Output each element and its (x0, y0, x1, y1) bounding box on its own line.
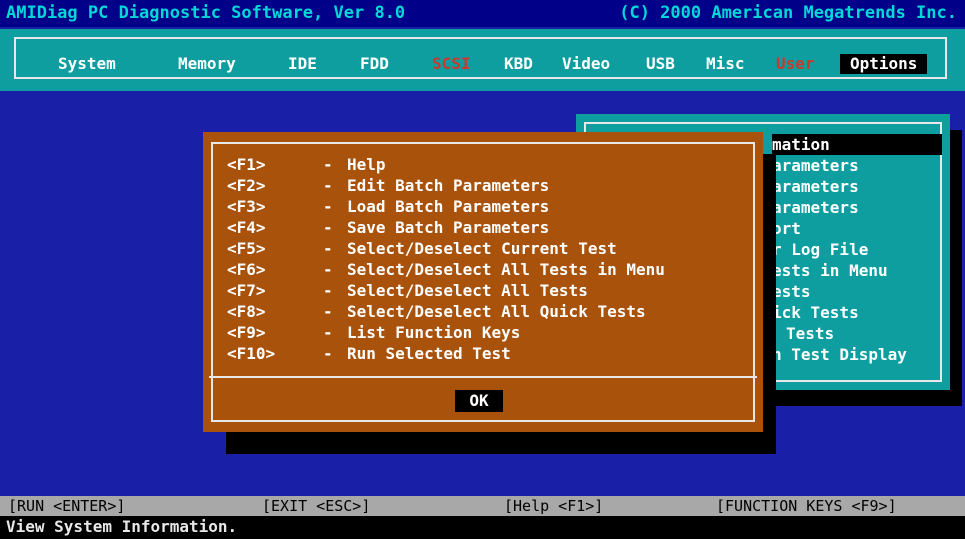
menu-system[interactable]: System (58, 54, 116, 74)
fkey-description: Edit Batch Parameters (347, 176, 550, 195)
fkey-label: <F9> (227, 323, 266, 342)
fkey-label: <F1> (227, 155, 266, 174)
options-item-tests-in-menu[interactable]: ests in Menu (772, 260, 888, 281)
fkey-description: Run Selected Test (347, 344, 511, 363)
options-item-quick-tests[interactable]: ick Tests (772, 302, 859, 323)
fkey-label: <F3> (227, 197, 266, 216)
options-item-test-display[interactable]: n Test Display (772, 344, 907, 365)
fkey-description: Select/Deselect Current Test (347, 239, 617, 258)
function-keys-dialog: <F1> - Help <F2> - Edit Batch Parameters… (203, 132, 763, 432)
fkey-dash: - (323, 323, 333, 342)
exit-hint[interactable]: [EXIT <ESC>] (262, 496, 370, 516)
options-item-report[interactable]: ort (772, 218, 801, 239)
fkey-dash: - (323, 155, 333, 174)
fkey-dash: - (323, 281, 333, 300)
dialog-divider (209, 376, 757, 378)
fkey-dash: - (323, 302, 333, 321)
fkey-dash: - (323, 218, 333, 237)
options-item-edit-parameters[interactable]: arameters (772, 155, 859, 176)
menu-bar: System Memory IDE FDD SCSI KBD Video USB… (0, 29, 965, 91)
fkey-dash: - (323, 197, 333, 216)
ok-button[interactable]: OK (455, 390, 503, 412)
options-item-log-file[interactable]: r Log File (772, 239, 868, 260)
help-hint[interactable]: [Help <F1>] (504, 496, 603, 516)
menu-bar-frame: System Memory IDE FDD SCSI KBD Video USB… (14, 37, 947, 79)
fkey-description: Select/Deselect All Tests in Menu (347, 260, 665, 279)
menu-video[interactable]: Video (562, 54, 610, 74)
hint-text: View System Information. (6, 517, 238, 536)
menu-user[interactable]: User (776, 54, 815, 74)
hint-bar: View System Information. (0, 516, 965, 539)
options-item-system-information[interactable]: mation (772, 134, 942, 155)
function-keys-hint[interactable]: [FUNCTION KEYS <F9>] (716, 496, 897, 516)
options-item-save-parameters[interactable]: arameters (772, 197, 859, 218)
title-bar: AMIDiag PC Diagnostic Software, Ver 8.0 … (0, 0, 965, 27)
fkey-dash: - (323, 239, 333, 258)
menu-scsi[interactable]: SCSI (432, 54, 471, 74)
fkey-label: <F10> (227, 344, 276, 363)
menu-memory[interactable]: Memory (178, 54, 236, 74)
menu-ide[interactable]: IDE (288, 54, 317, 74)
fkey-label: <F8> (227, 302, 266, 321)
fkey-description: Save Batch Parameters (347, 218, 550, 237)
copyright-text: (C) 2000 American Megatrends Inc. (619, 3, 957, 23)
fkey-description: Help (347, 155, 386, 174)
menu-fdd[interactable]: FDD (360, 54, 389, 74)
menu-usb[interactable]: USB (646, 54, 675, 74)
fkey-label: <F7> (227, 281, 266, 300)
options-item-load-parameters[interactable]: arameters (772, 176, 859, 197)
menu-options[interactable]: Options (840, 54, 928, 74)
fkey-description: Load Batch Parameters (347, 197, 550, 216)
run-hint[interactable]: [RUN <ENTER>] (8, 496, 125, 516)
options-item-selected-tests[interactable]: Tests (786, 323, 834, 344)
fkey-description: Select/Deselect All Quick Tests (347, 302, 646, 321)
fkey-row-f10: <F10> - Run Selected Test (227, 343, 511, 448)
status-bar: [RUN <ENTER>] [EXIT <ESC>] [Help <F1>] [… (0, 496, 965, 516)
fkey-label: <F2> (227, 176, 266, 195)
app-title: AMIDiag PC Diagnostic Software, Ver 8.0 (6, 3, 406, 23)
fkey-label: <F6> (227, 260, 266, 279)
options-item-tests[interactable]: ests (772, 281, 811, 302)
menu-kbd[interactable]: KBD (504, 54, 533, 74)
fkey-description: Select/Deselect All Tests (347, 281, 588, 300)
fkey-dash: - (323, 176, 333, 195)
fkey-dash: - (323, 344, 333, 363)
menu-misc[interactable]: Misc (706, 54, 745, 74)
fkey-dash: - (323, 260, 333, 279)
fkey-label: <F4> (227, 218, 266, 237)
fkey-label: <F5> (227, 239, 266, 258)
fkey-description: List Function Keys (347, 323, 521, 342)
